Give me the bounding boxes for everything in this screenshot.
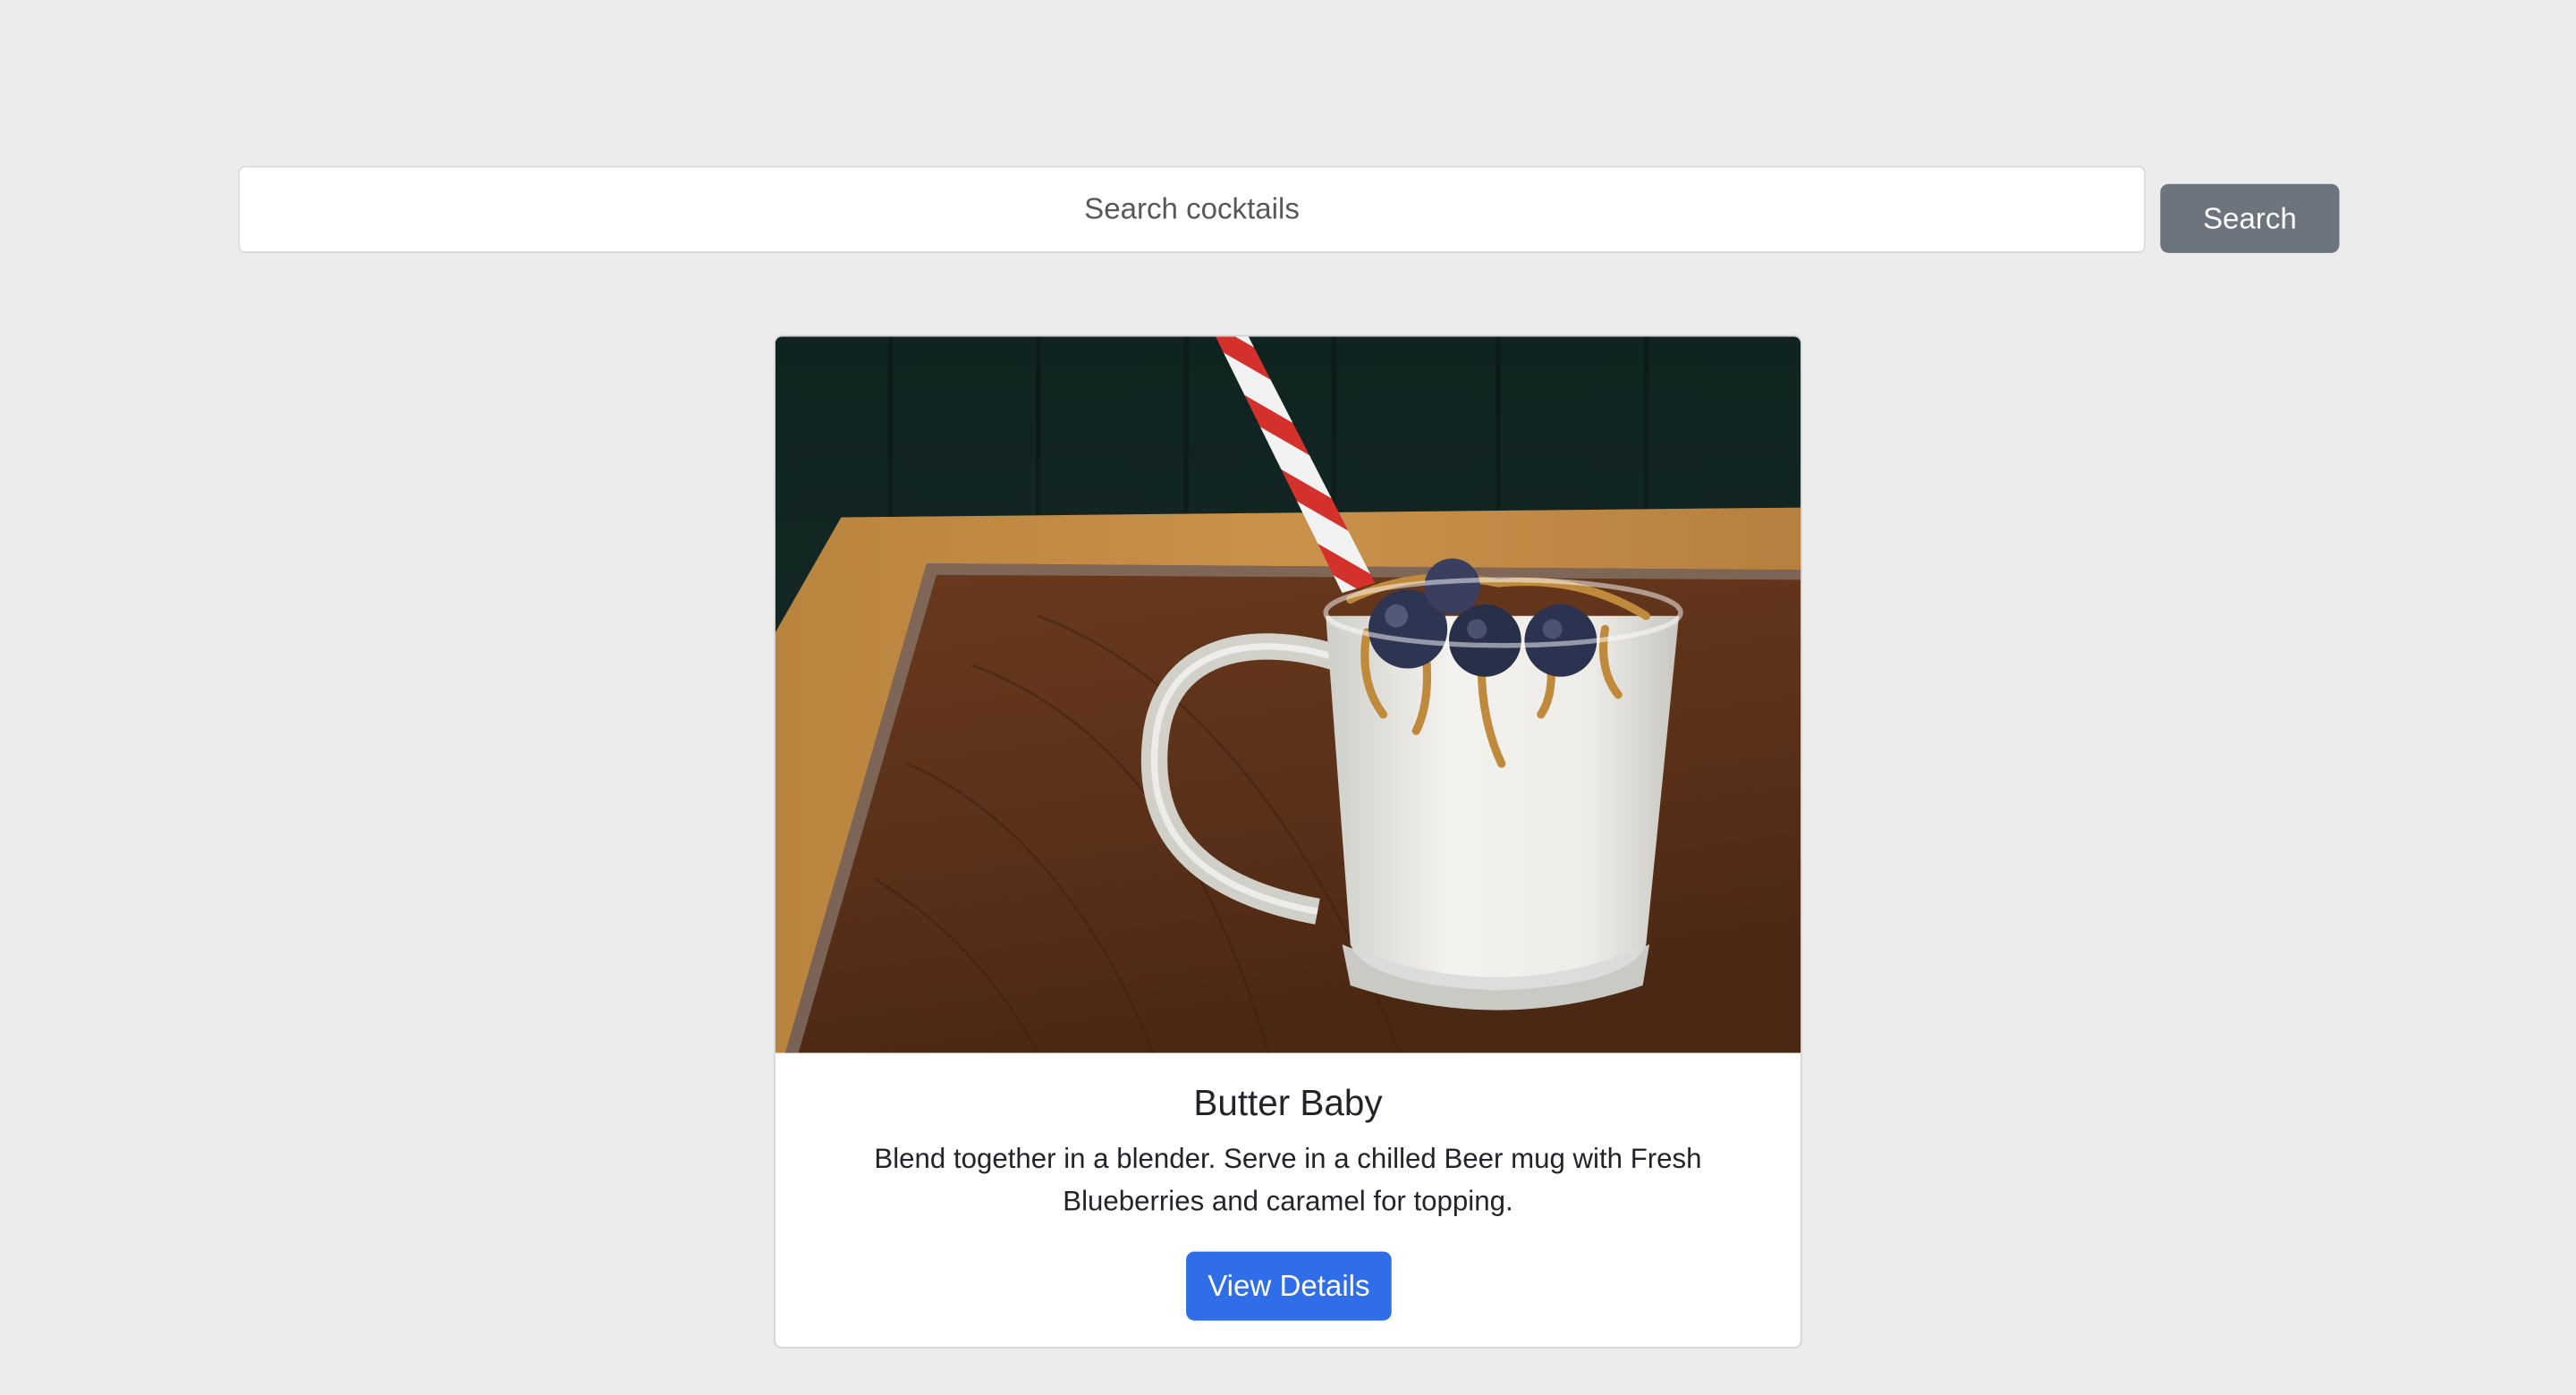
- cocktail-title: Butter Baby: [1193, 1082, 1383, 1124]
- search-input[interactable]: [238, 165, 2146, 253]
- search-button[interactable]: Search: [2160, 183, 2340, 253]
- view-details-button[interactable]: View Details: [1186, 1251, 1392, 1321]
- cocktail-card: Butter Baby Blend together in a blender.…: [774, 334, 1802, 1348]
- page: Search cocktails Search Butter Baby Blen…: [0, 0, 2576, 1394]
- cocktail-image: [775, 336, 1801, 1053]
- cocktail-description: Blend together in a blender. Serve in a …: [874, 1143, 1702, 1217]
- search-bar: Search: [238, 165, 2340, 253]
